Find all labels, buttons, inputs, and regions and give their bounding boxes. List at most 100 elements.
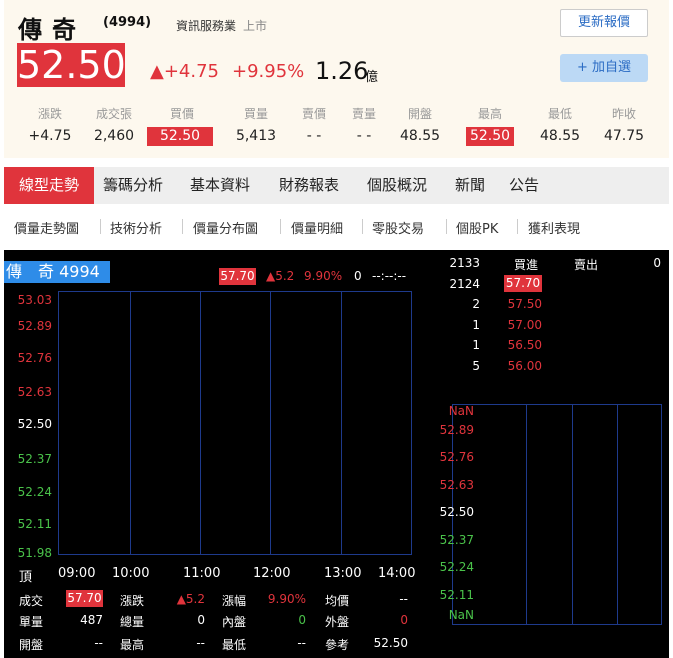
stat-label: 開盤 (19, 638, 44, 652)
current-price: 52.50 (17, 43, 126, 87)
x-axis-tick: 09:00 (58, 566, 96, 581)
stat-value: ▲5.2 (176, 592, 205, 606)
stat-label: 最高 (120, 638, 145, 652)
subtab-odd-lot[interactable]: 零股交易 (372, 218, 424, 237)
y-axis-tick: 51.98 (17, 546, 52, 560)
tab-announcements[interactable]: 公告 (509, 167, 539, 204)
summary-header: 最低 (547, 107, 572, 121)
tab-overview[interactable]: 個股概況 (367, 167, 427, 204)
x-axis-tick: 11:00 (183, 566, 221, 581)
orderbook-qty: 2 (472, 297, 480, 311)
summary-header: 成交張 (95, 107, 132, 121)
x-axis-tick: 13:00 (324, 566, 362, 581)
subtab-detail[interactable]: 價量明細 (291, 218, 343, 237)
orderbook-price: 56.00 (507, 359, 542, 373)
stat-label: 最低 (222, 638, 247, 652)
subtab-divider (362, 219, 363, 234)
mini-y-tick: 52.76 (439, 450, 474, 464)
orderbook-total-buy: 2133 (449, 256, 480, 270)
mini-y-tick: 52.63 (439, 478, 474, 492)
stat-label: 內盤 (222, 615, 247, 629)
subtab-price-volume[interactable]: 價量走勢圖 (14, 218, 79, 237)
subtab-pk[interactable]: 個股PK (456, 218, 498, 237)
orderbook-qty: 1 (472, 338, 480, 352)
subtab-technical[interactable]: 技術分析 (110, 218, 162, 237)
stat-value: -- (297, 636, 306, 650)
price-change-percent: +9.95% (232, 61, 305, 82)
x-axis-tick: 10:00 (112, 566, 150, 581)
tab-chips[interactable]: 籌碼分析 (103, 167, 163, 204)
tab-news[interactable]: 新聞 (455, 167, 485, 204)
y-axis-tick: 52.76 (17, 351, 52, 365)
y-axis-tick: 52.63 (17, 385, 52, 399)
orderbook-qty: 5 (472, 359, 480, 373)
stat-value: 52.50 (373, 636, 408, 650)
y-axis-tick: 52.24 (17, 485, 52, 499)
subtab-divider (517, 219, 518, 234)
stat-label: 參考 (325, 638, 350, 652)
summary-value: +4.75 (28, 128, 72, 144)
orderbook-qty: 2124 (449, 277, 480, 291)
subtab-divider (182, 219, 183, 234)
stat-label: 外盤 (325, 615, 350, 629)
subtab-profit[interactable]: 獲利表現 (528, 218, 580, 237)
stat-label: 總量 (120, 615, 145, 629)
stat-value: -- (94, 636, 103, 650)
x-axis-tick: 14:00 (378, 566, 416, 581)
stat-label: 單量 (19, 615, 44, 629)
y-axis-tick: 52.50 (17, 417, 52, 431)
volume-value: 1.26 (315, 57, 369, 85)
mini-y-tick: 52.50 (439, 505, 474, 519)
stat-label: 成交 (19, 594, 44, 608)
summary-value: 52.50 (466, 127, 514, 146)
orderbook-qty: 1 (472, 318, 480, 332)
mini-y-tick: NaN (448, 608, 474, 622)
stock-code: (4994) (103, 15, 152, 30)
summary-header: 賣量 (351, 107, 376, 121)
x-axis-tick: 頂 (19, 570, 33, 585)
stock-name: 傳奇 (18, 16, 86, 44)
x-axis-tick: 12:00 (253, 566, 291, 581)
stat-label: 漲幅 (222, 594, 247, 608)
mini-y-tick: 52.11 (439, 588, 474, 602)
tab-basic-info[interactable]: 基本資料 (190, 167, 250, 204)
orderbook-buy-header: 買進 (514, 258, 539, 272)
tab-financials[interactable]: 財務報表 (279, 167, 339, 204)
y-axis-tick: 52.89 (17, 319, 52, 333)
stat-value: -- (399, 592, 408, 606)
summary-value: 52.50 (147, 127, 213, 146)
stat-value: 0 (197, 613, 205, 627)
industry-label: 資訊服務業 (176, 19, 237, 33)
orderbook-price: 57.70 (504, 275, 542, 292)
stat-label: 漲跌 (120, 594, 145, 608)
subtab-divider (100, 219, 101, 234)
subtab-volume-distribution[interactable]: 價量分布圖 (193, 218, 258, 237)
summary-header: 買價 (169, 107, 194, 121)
y-axis-tick: 53.03 (17, 293, 52, 307)
market-label: 上市 (243, 19, 268, 33)
stat-value: 0 (298, 613, 306, 627)
mini-y-tick: NaN (448, 404, 474, 418)
subtab-divider (446, 219, 447, 234)
volume-unit: 億 (365, 70, 379, 85)
summary-header: 昨收 (611, 107, 636, 121)
mini-y-tick: 52.89 (439, 423, 474, 437)
summary-value: 48.55 (539, 128, 581, 144)
summary-value: 48.55 (399, 128, 441, 144)
summary-header: 漲跌 (37, 107, 62, 121)
orderbook-total-sell: 0 (653, 256, 661, 270)
y-axis-tick: 52.11 (17, 517, 52, 531)
stat-value: 57.70 (66, 590, 103, 607)
stat-value: 0 (400, 613, 408, 627)
update-quote-button[interactable]: 更新報價 (560, 9, 648, 37)
stat-value: 487 (80, 613, 103, 627)
summary-value: 47.75 (603, 128, 645, 144)
stat-label: 均價 (325, 594, 350, 608)
stat-value: 9.90% (267, 592, 306, 606)
add-watchlist-button[interactable]: + 加自選 (560, 54, 648, 82)
y-axis-tick: 52.37 (17, 452, 52, 466)
stat-value: -- (196, 636, 205, 650)
orderbook-price: 57.00 (507, 318, 542, 332)
tab-trend[interactable]: 線型走勢 (4, 167, 94, 204)
orderbook-sell-header: 賣出 (574, 258, 599, 272)
